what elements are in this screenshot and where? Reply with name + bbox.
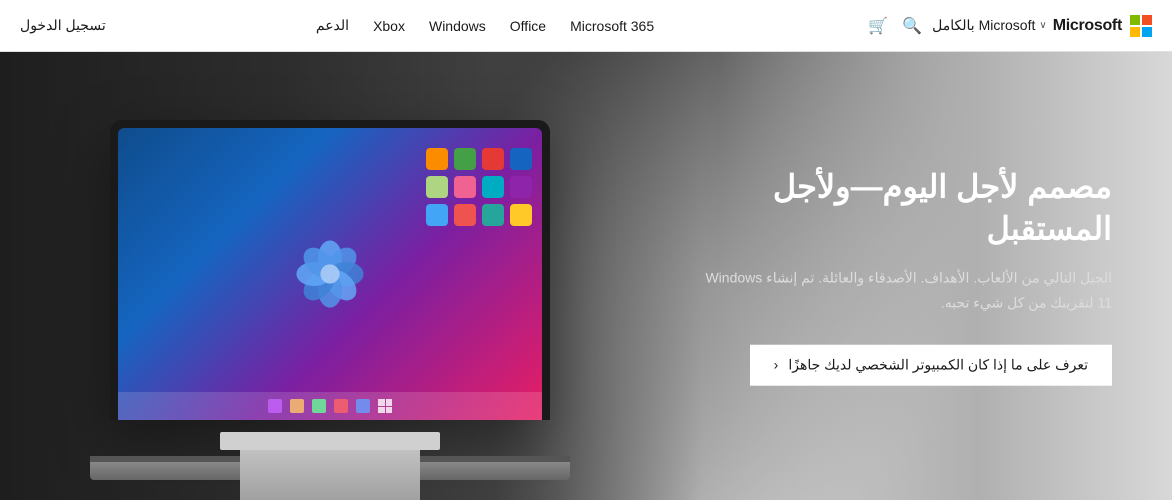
header-left: تسجيل الدخول xyxy=(20,17,106,34)
laptop-pedestal xyxy=(240,440,420,500)
logo-grid-icon xyxy=(1130,15,1152,37)
main-nav: الدعم Xbox Windows Office Microsoft 365 xyxy=(316,17,654,34)
logo-blue xyxy=(1142,27,1152,37)
app-icon-5 xyxy=(510,176,532,198)
nav-item-support[interactable]: الدعم xyxy=(316,17,349,34)
login-link[interactable]: تسجيل الدخول xyxy=(20,17,106,34)
app-icon-8 xyxy=(426,176,448,198)
start-icon xyxy=(378,399,392,413)
app-icon-1 xyxy=(510,148,532,170)
app-icons-grid xyxy=(426,148,532,254)
microsoft-text: Microsoft xyxy=(1053,17,1122,35)
windows11-logo-icon xyxy=(290,234,370,314)
hero-section: مصمم لأجل اليوم—ولأجل المستقبل الجيل الت… xyxy=(0,52,1172,500)
hero-title: مصمم لأجل اليوم—ولأجل المستقبل xyxy=(692,167,1112,250)
microsoft-logo[interactable]: Microsoft xyxy=(1053,15,1152,37)
nav-item-windows[interactable]: Windows xyxy=(429,18,486,34)
logo-yellow xyxy=(1130,27,1140,37)
logo-red xyxy=(1142,15,1152,25)
app-icon-3 xyxy=(454,148,476,170)
app-icon-4 xyxy=(426,148,448,170)
taskbar-icon-1 xyxy=(356,399,370,413)
app-icon-9 xyxy=(510,204,532,226)
cart-icon: 🛒 xyxy=(868,18,888,35)
nav-item-xbox[interactable]: Xbox xyxy=(373,18,405,34)
app-icon-11 xyxy=(454,204,476,226)
nav-item-microsoft365[interactable]: Microsoft 365 xyxy=(570,18,654,34)
header: Microsoft ∨ Microsoft بالكامل 🔍 🛒 الدعم … xyxy=(0,0,1172,52)
search-button[interactable]: 🔍 xyxy=(898,12,926,40)
taskbar-icon-3 xyxy=(312,399,326,413)
header-right: Microsoft ∨ Microsoft بالكامل 🔍 🛒 xyxy=(864,12,1152,40)
pedestal-top xyxy=(220,432,440,450)
hero-cta-button[interactable]: تعرف على ما إذا كان الكمبيوتر الشخصي لدي… xyxy=(750,344,1112,385)
hero-subtitle: الجيل التالي من الألعاب. الأهداف. الأصدق… xyxy=(692,266,1112,316)
app-icon-6 xyxy=(482,176,504,198)
cta-label: تعرف على ما إذا كان الكمبيوتر الشخصي لدي… xyxy=(788,356,1088,373)
laptop-screen-outer xyxy=(110,120,550,420)
app-icon-12 xyxy=(426,204,448,226)
win11-taskbar xyxy=(118,392,542,420)
taskbar-icon-4 xyxy=(290,399,304,413)
cart-button[interactable]: 🛒 xyxy=(864,12,892,40)
logo-green xyxy=(1130,15,1140,25)
microsoft-all-dropdown[interactable]: ∨ Microsoft بالكامل xyxy=(932,17,1047,34)
laptop-screen-bezel xyxy=(118,128,542,420)
nav-item-office[interactable]: Office xyxy=(510,18,546,34)
taskbar-icon-2 xyxy=(334,399,348,413)
cta-arrow-icon: ‹ xyxy=(774,357,779,373)
chevron-down-icon: ∨ xyxy=(1039,20,1046,31)
app-icon-10 xyxy=(482,204,504,226)
laptop-visual xyxy=(70,120,590,500)
hero-content: مصمم لأجل اليوم—ولأجل المستقبل الجيل الت… xyxy=(692,167,1112,386)
windows11-desktop xyxy=(118,128,542,420)
microsoft-all-label: Microsoft بالكامل xyxy=(932,17,1035,34)
search-icon: 🔍 xyxy=(902,18,922,35)
app-icon-2 xyxy=(482,148,504,170)
app-icon-7 xyxy=(454,176,476,198)
hero-laptop-image xyxy=(40,80,620,500)
taskbar-icon-5 xyxy=(268,399,282,413)
